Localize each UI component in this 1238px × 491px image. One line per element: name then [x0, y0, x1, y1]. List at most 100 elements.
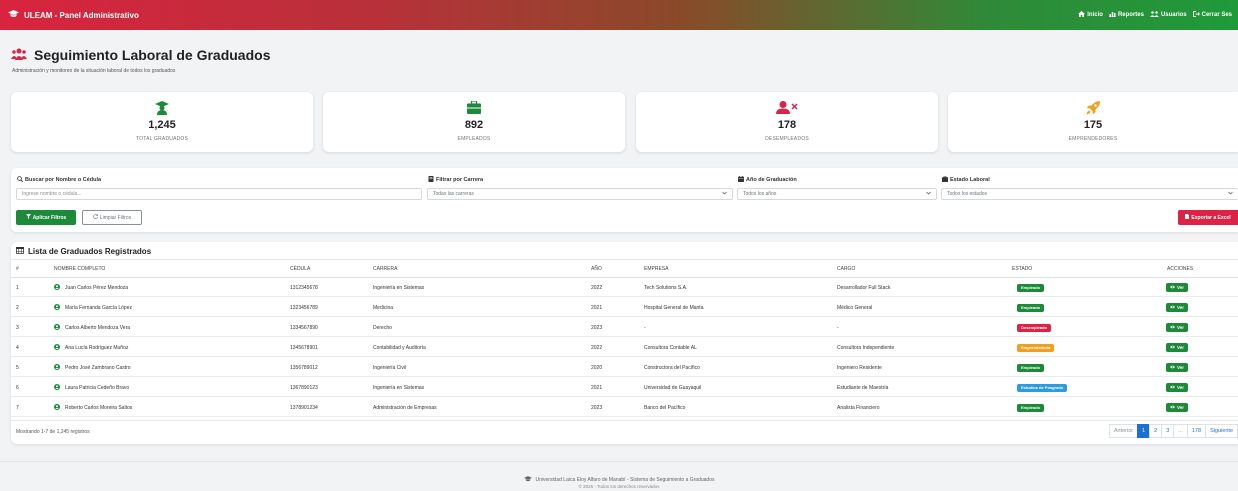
- cell-role: Estudiante de Maestría: [837, 384, 889, 391]
- calendar-icon: [738, 176, 744, 184]
- year-select[interactable]: Todos los años: [737, 188, 937, 200]
- col-header-role: CARGO: [837, 265, 856, 272]
- page-footer: Universidad Laica Eloy Alfaro de Manabí …: [0, 461, 1238, 491]
- view-button[interactable]: Ver: [1166, 383, 1189, 392]
- page-subtitle: Administración y monitoreo de la situaci…: [12, 68, 176, 74]
- cell-actions: Ver: [1166, 278, 1189, 297]
- cell-name: Laura Patricia Cedeño Bravo: [54, 378, 129, 397]
- table-row: 4 Ana Lucía Rodríguez Muñoz 1345678901 Cont…: [11, 338, 1238, 357]
- page-next[interactable]: Siguiente: [1205, 424, 1238, 438]
- briefcase-icon: [942, 175, 948, 184]
- cell-year: 2021: [591, 304, 603, 311]
- view-button[interactable]: Ver: [1166, 323, 1189, 332]
- col-header-status: ESTADO: [1012, 265, 1033, 272]
- status-select[interactable]: Todos los estados: [941, 188, 1238, 200]
- col-header-id: CÉDULA: [290, 265, 311, 272]
- cell-career: Administración de Empresas: [373, 404, 437, 411]
- cell-career: Derecho: [373, 324, 392, 331]
- cell-company: Universidad de Guayaquil: [644, 384, 702, 391]
- table-row: 6 Laura Patricia Cedeño Bravo 1367890123 In…: [11, 378, 1238, 397]
- col-header-actions: ACCIONES: [1167, 265, 1194, 272]
- cell-name: Roberto Carlos Moreira Saltos: [54, 398, 132, 417]
- clear-filters-button[interactable]: Limpiar Filtros: [82, 210, 142, 225]
- cell-role: Ingeniero Residente: [837, 364, 882, 371]
- cell-company: Consultora Contable AL: [644, 344, 697, 351]
- cell-id: 1345678901: [290, 344, 318, 351]
- career-filter-label: Filtrar por Carrera: [428, 176, 483, 184]
- eye-icon: [1170, 385, 1175, 390]
- users-group-icon: [11, 47, 27, 63]
- brand[interactable]: ULEAM - Panel Administrativo: [8, 10, 139, 20]
- user-circle-icon: [54, 403, 60, 412]
- page-ellipsis: ...: [1173, 424, 1188, 438]
- cell-company: Banco del Pacífico: [644, 404, 686, 411]
- table-header: # NOMBRE COMPLETO CÉDULA CARRERA AÑO EMP…: [11, 259, 1238, 278]
- cell-company: -: [644, 324, 646, 331]
- eye-icon: [1170, 405, 1175, 410]
- cell-id: 1323456789: [290, 304, 318, 311]
- cell-role: Analista Financiero: [837, 404, 880, 411]
- status-badge: Estudios de Posgrado: [1017, 383, 1068, 392]
- cell-name: Ana Lucía Rodríguez Muñoz: [54, 338, 128, 357]
- view-button[interactable]: Ver: [1166, 363, 1189, 372]
- cell-number: 5: [16, 364, 19, 371]
- eye-icon: [1170, 285, 1175, 290]
- cell-id: 1378901234: [290, 404, 318, 411]
- footer-university: Universidad Laica Eloy Alfaro de Manabí …: [535, 477, 715, 483]
- cell-career: Medicina: [373, 304, 394, 311]
- pagination: Anterior 1 2 3 ... 178 Siguiente: [1108, 424, 1238, 438]
- cell-status: Desempleado: [1017, 318, 1052, 337]
- nav-link-cerrar-sesion[interactable]: Cerrar Ses: [1192, 11, 1232, 19]
- cell-career: Contabilidad y Auditoría: [373, 344, 426, 351]
- cell-actions: Ver: [1166, 298, 1189, 317]
- cell-year: 2020: [591, 364, 603, 371]
- cell-name: Carlos Alberto Mendoza Vera: [54, 318, 130, 337]
- filter-icon: [25, 214, 31, 221]
- briefcase-icon: [467, 100, 481, 119]
- user-times-icon: [776, 101, 798, 119]
- view-button[interactable]: Ver: [1166, 403, 1189, 412]
- eye-icon: [1170, 365, 1175, 370]
- cell-id: 1334567890: [290, 324, 318, 331]
- cell-actions: Ver: [1166, 378, 1189, 397]
- page-header: Seguimiento Laboral de Graduados Adminis…: [11, 47, 270, 74]
- cell-status: Estudios de Posgrado: [1017, 378, 1068, 397]
- view-button[interactable]: Ver: [1166, 283, 1189, 292]
- cell-id: 1356789012: [290, 364, 318, 371]
- nav-link-inicio[interactable]: Inicio: [1078, 11, 1103, 19]
- nav-link-reportes[interactable]: Reportes: [1108, 11, 1144, 19]
- col-header-number: #: [16, 265, 19, 272]
- page-prev[interactable]: Anterior: [1108, 424, 1139, 438]
- cell-number: 4: [16, 344, 19, 351]
- cell-number: 1: [16, 284, 19, 291]
- chevron-down-icon: [722, 191, 727, 197]
- cell-role: Desarrollador Full Stack: [837, 284, 891, 291]
- search-label: Buscar por Nombre o Cédula: [17, 176, 101, 184]
- view-button[interactable]: Ver: [1166, 343, 1189, 352]
- table-row: 3 Carlos Alberto Mendoza Vera 1334567890 De…: [11, 318, 1238, 337]
- export-excel-button[interactable]: Exportar a Excel: [1178, 210, 1238, 225]
- status-badge: Empleado: [1017, 403, 1045, 412]
- nav-link-usuarios[interactable]: Usuarios: [1149, 11, 1187, 19]
- cell-year: 2022: [591, 344, 603, 351]
- apply-filters-button[interactable]: Aplicar Filtros: [16, 210, 76, 225]
- cell-name: Pedro José Zambrano Castro: [54, 358, 131, 377]
- chevron-down-icon: [1228, 191, 1233, 197]
- cell-company: Tech Solutions S.A.: [644, 284, 688, 291]
- cell-role: -: [837, 324, 839, 331]
- table-row: 5 Pedro José Zambrano Castro 1356789012 Ing…: [11, 358, 1238, 377]
- records-count: Mostrando 1-7 de 1,245 registros: [16, 429, 90, 435]
- cell-number: 7: [16, 404, 19, 411]
- career-select[interactable]: Todas las carreras: [427, 188, 733, 200]
- cell-number: 3: [16, 324, 19, 331]
- cell-status: Empleado: [1017, 398, 1045, 417]
- view-button[interactable]: Ver: [1166, 303, 1189, 312]
- search-icon: [17, 176, 24, 184]
- cell-career: Ingeniería Civil: [373, 364, 407, 371]
- search-input[interactable]: [16, 188, 422, 200]
- user-circle-icon: [54, 323, 60, 332]
- page-178[interactable]: 178: [1186, 424, 1207, 438]
- stat-card-total-graduados: 1,245 TOTAL GRADUADOS: [11, 92, 313, 152]
- cell-company: Hospital General de Manta: [644, 304, 704, 311]
- status-badge: Desempleado: [1017, 323, 1052, 332]
